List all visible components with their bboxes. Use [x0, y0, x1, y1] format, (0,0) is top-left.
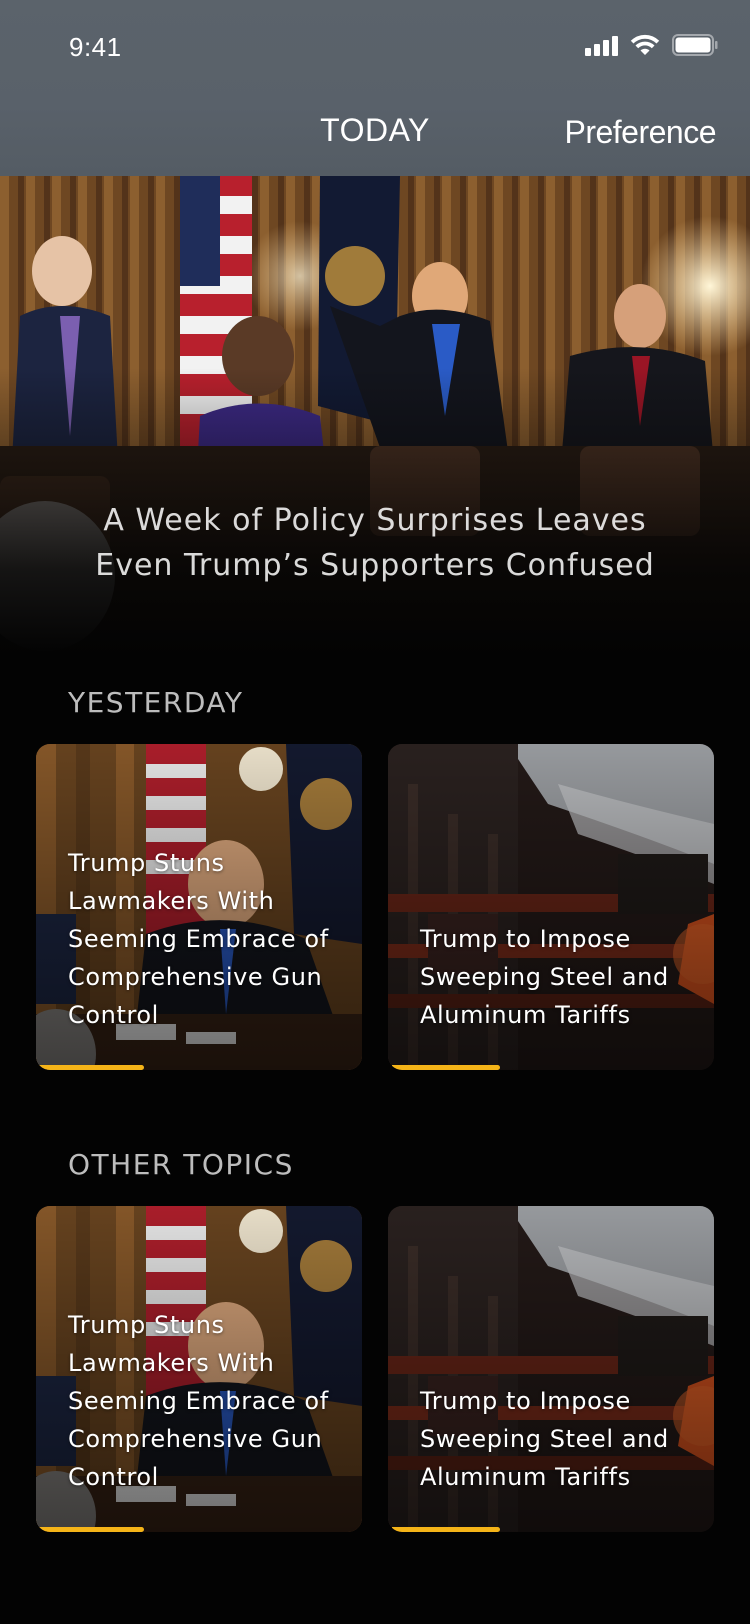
read-progress-bar — [36, 1065, 144, 1070]
section-title-yesterday: YESTERDAY — [68, 686, 244, 719]
card-title: Trump Stuns Lawmakers With Seeming Embra… — [68, 1311, 329, 1491]
read-progress-bar — [392, 1527, 500, 1532]
cellular-signal-icon — [585, 34, 618, 56]
hero-story[interactable]: A Week of Policy Surprises Leaves Even T… — [0, 176, 750, 656]
preference-button[interactable]: Preference — [564, 114, 716, 151]
card-title: Trump to Impose Sweeping Steel and Alumi… — [420, 1387, 669, 1491]
app-screen: 9:41 TODAY Preference A Week of Policy S… — [0, 0, 750, 1624]
hero-title-line-1: A Week of Policy Surprises Leaves — [103, 503, 647, 538]
read-progress-bar — [36, 1527, 144, 1532]
status-icons — [585, 34, 718, 56]
story-card[interactable]: Trump to Impose Sweeping Steel and Alumi… — [388, 1206, 714, 1532]
card-title: Trump to Impose Sweeping Steel and Alumi… — [420, 925, 669, 1029]
section-title-other-topics: OTHER TOPICS — [68, 1148, 294, 1181]
read-progress-bar — [392, 1065, 500, 1070]
hero-title-line-2: Even Trump’s Supporters Confused — [95, 548, 655, 583]
story-card[interactable]: Trump Stuns Lawmakers With Seeming Embra… — [36, 744, 362, 1070]
status-time: 9:41 — [69, 32, 122, 62]
story-card[interactable]: Trump Stuns Lawmakers With Seeming Embra… — [36, 1206, 362, 1532]
top-bar: 9:41 TODAY Preference — [0, 0, 750, 176]
card-title: Trump Stuns Lawmakers With Seeming Embra… — [68, 849, 329, 1029]
battery-icon — [672, 34, 718, 56]
hero-title: A Week of Policy Surprises Leaves Even T… — [0, 498, 750, 588]
story-card[interactable]: Trump to Impose Sweeping Steel and Alumi… — [388, 744, 714, 1070]
wifi-icon — [630, 34, 660, 56]
